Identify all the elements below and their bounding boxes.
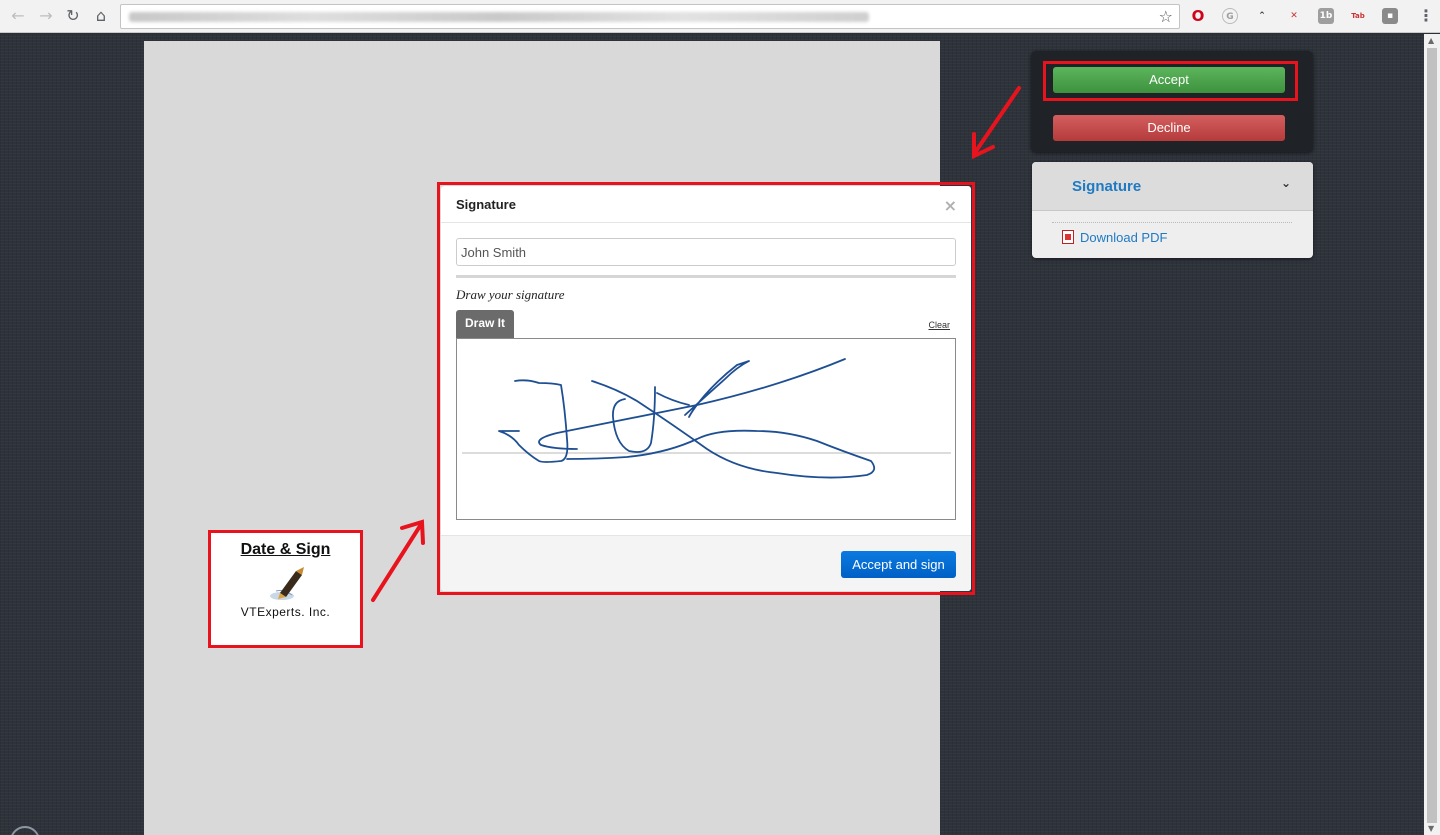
download-pdf-label: Download PDF bbox=[1080, 230, 1168, 245]
fountain-pen-icon bbox=[269, 567, 304, 600]
accept-highlight-box bbox=[1043, 61, 1298, 101]
page-scrollbar[interactable]: ▲ ▼ bbox=[1424, 34, 1440, 835]
1b-extension-icon[interactable]: 1b bbox=[1318, 8, 1334, 24]
signature-stroke bbox=[498, 379, 569, 463]
modal-footer: Accept and sign bbox=[441, 535, 971, 591]
grid-extension-icon[interactable]: ✕ bbox=[1286, 8, 1302, 24]
modal-header: Signature × bbox=[441, 186, 971, 223]
clear-link[interactable]: Clear bbox=[928, 320, 950, 330]
reload-icon[interactable]: ↻ bbox=[63, 6, 83, 26]
date-sign-box[interactable]: Date & Sign VTExperts. Inc. bbox=[208, 530, 363, 648]
tab-extension-icon[interactable]: Tab bbox=[1350, 8, 1366, 24]
accept-and-sign-button[interactable]: Accept and sign bbox=[841, 551, 956, 578]
note-extension-icon[interactable]: ▪ bbox=[1382, 8, 1398, 24]
close-icon[interactable]: × bbox=[944, 196, 957, 215]
browser-menu-icon[interactable]: ⋮ bbox=[1418, 6, 1434, 25]
browser-toolbar: ← → ↻ ⌂ ☆ O G ⌃ ✕ 1b Tab ▪ ⋮ bbox=[0, 0, 1440, 33]
draw-signature-label: Draw your signature bbox=[456, 287, 565, 302]
chevron-down-icon[interactable]: ⌄ bbox=[1281, 176, 1291, 190]
date-sign-title: Date & Sign bbox=[240, 541, 331, 558]
signature-canvas[interactable] bbox=[456, 338, 956, 520]
home-icon[interactable]: ⌂ bbox=[91, 6, 111, 26]
pdf-icon bbox=[1062, 230, 1074, 244]
signature-panel-header[interactable]: Signature ⌄ bbox=[1032, 162, 1313, 211]
signature-stroke bbox=[656, 392, 690, 406]
opera-extension-icon[interactable]: O bbox=[1190, 8, 1206, 24]
scroll-thumb[interactable] bbox=[1427, 48, 1437, 823]
separator bbox=[456, 275, 956, 278]
signature-drawing bbox=[462, 358, 951, 479]
blurred-url bbox=[129, 12, 869, 22]
scroll-up-icon[interactable]: ▲ bbox=[1428, 36, 1434, 45]
tab-draw-it[interactable]: Draw It bbox=[456, 310, 514, 338]
decline-button[interactable]: Decline bbox=[1053, 115, 1285, 141]
colorful-extension-icon[interactable]: ⌃ bbox=[1254, 8, 1270, 24]
signature-modal: Signature × Draw your signature Draw It … bbox=[441, 186, 971, 591]
signature-stroke bbox=[684, 360, 750, 418]
back-icon[interactable]: ← bbox=[8, 6, 28, 26]
scroll-down-icon[interactable]: ▼ bbox=[1428, 824, 1434, 833]
signature-panel: Signature ⌄ Download PDF bbox=[1032, 162, 1313, 258]
download-pdf-link[interactable]: Download PDF bbox=[1062, 230, 1167, 245]
signature-stroke bbox=[612, 386, 656, 453]
bookmark-star-icon[interactable]: ☆ bbox=[1159, 7, 1173, 26]
signature-stroke bbox=[566, 380, 876, 479]
signer-name-input[interactable] bbox=[456, 238, 956, 266]
forward-icon[interactable]: → bbox=[36, 6, 56, 26]
signature-panel-title: Signature bbox=[1072, 178, 1142, 195]
address-bar[interactable]: ☆ bbox=[120, 4, 1180, 29]
panel-divider bbox=[1052, 222, 1292, 223]
g-extension-icon[interactable]: G bbox=[1222, 8, 1238, 24]
modal-title: Signature bbox=[456, 197, 516, 212]
company-name: VTExperts. Inc. bbox=[240, 605, 331, 619]
